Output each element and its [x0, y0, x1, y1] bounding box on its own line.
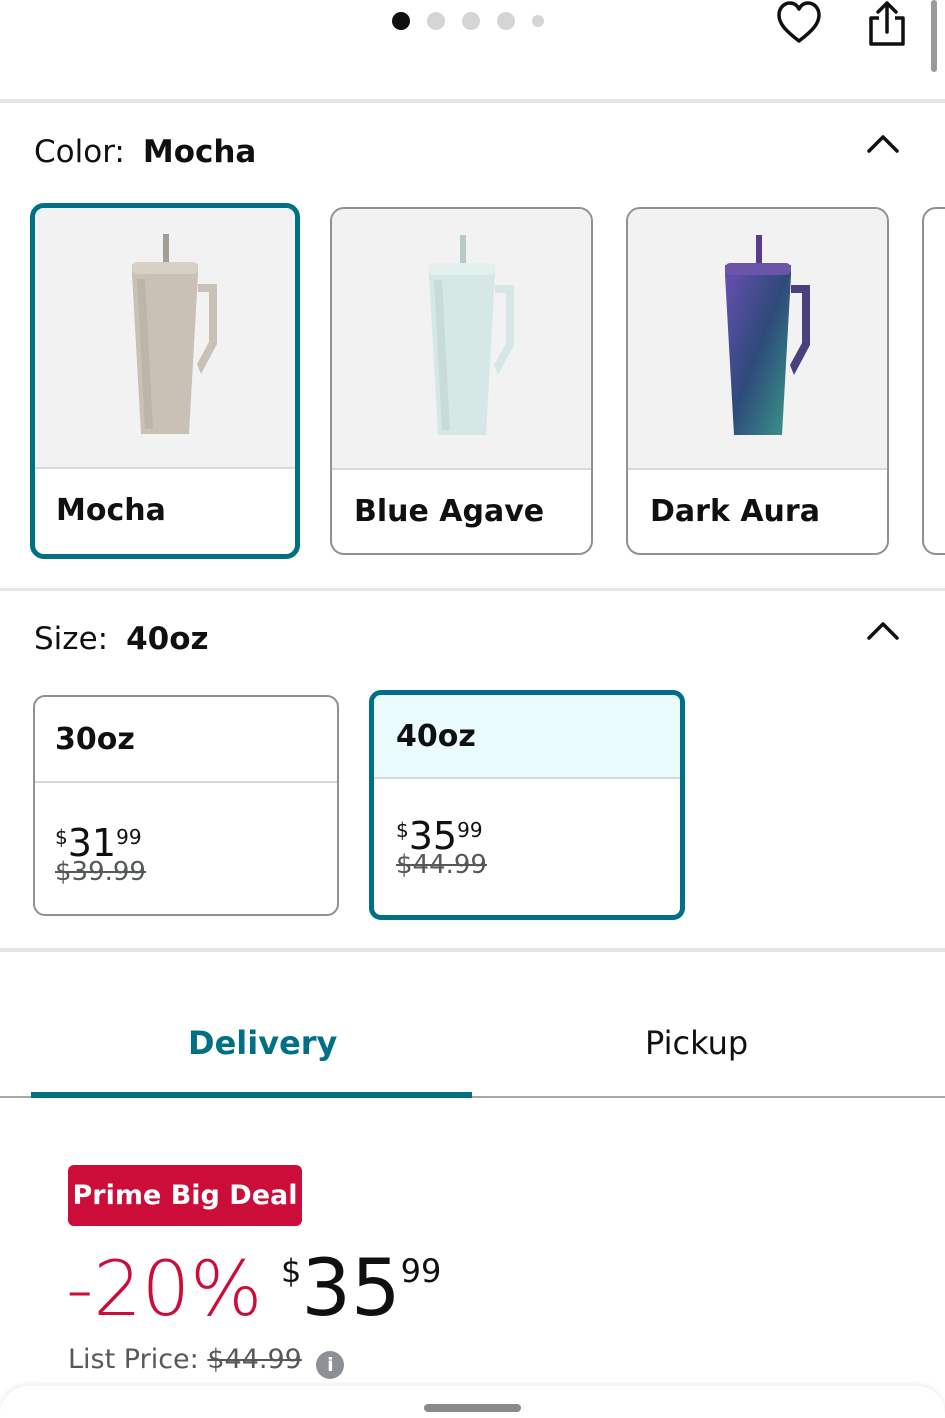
- active-tab-indicator: [31, 1092, 472, 1098]
- list-price-value: $44.99: [207, 1344, 302, 1375]
- price-fraction: 99: [457, 818, 483, 842]
- price-fraction: 99: [116, 825, 142, 849]
- was-price: $44.99: [396, 850, 487, 880]
- color-option-name: Mocha: [56, 493, 166, 528]
- price-symbol: $: [396, 818, 409, 842]
- product-image: [35, 208, 295, 469]
- color-section-label: Color: Mocha: [34, 134, 256, 170]
- selected-size-value: 40oz: [126, 621, 209, 657]
- price-whole: 35: [301, 1244, 401, 1334]
- color-option-dark-aura[interactable]: Dark Aura: [626, 207, 889, 555]
- price-symbol: $: [281, 1252, 302, 1290]
- carousel-indicator[interactable]: [392, 12, 561, 30]
- share-icon[interactable]: [866, 0, 908, 48]
- divider: [0, 588, 945, 591]
- list-price-label: List Price:: [68, 1344, 199, 1375]
- carousel-dot[interactable]: [427, 12, 445, 30]
- list-price: List Price: $44.99 i: [68, 1344, 345, 1379]
- heart-icon[interactable]: [776, 0, 822, 46]
- color-option-name: Dark Aura: [650, 494, 820, 529]
- size-label: Size:: [34, 621, 109, 657]
- color-option-mocha[interactable]: Mocha: [30, 203, 300, 559]
- color-option-partial[interactable]: [922, 207, 945, 555]
- info-icon[interactable]: i: [316, 1351, 345, 1379]
- carousel-dot[interactable]: [462, 12, 480, 30]
- selected-color-value: Mocha: [142, 134, 257, 170]
- size-section-label: Size: 40oz: [34, 621, 209, 657]
- bottom-sheet: [0, 1386, 945, 1418]
- tab-delivery[interactable]: Delivery: [188, 1024, 337, 1062]
- color-option-blue-agave[interactable]: Blue Agave: [330, 207, 593, 555]
- divider: [0, 99, 945, 103]
- image-carousel-header: [0, 0, 945, 100]
- size-option-name: 40oz: [374, 695, 680, 779]
- scrollbar[interactable]: [931, 0, 937, 72]
- size-option-name: 30oz: [35, 697, 337, 783]
- home-indicator[interactable]: [424, 1404, 521, 1412]
- chevron-up-icon[interactable]: [866, 619, 900, 641]
- deal-price: $3599: [281, 1244, 441, 1334]
- deal-badge: Prime Big Deal: [68, 1165, 302, 1226]
- product-image: [628, 209, 887, 470]
- color-option-name: Blue Agave: [354, 494, 545, 529]
- tumbler-image: [132, 234, 217, 434]
- size-option-30oz[interactable]: 30oz $3199 $39.99: [33, 695, 339, 916]
- chevron-up-icon[interactable]: [866, 132, 900, 154]
- tab-pickup[interactable]: Pickup: [645, 1024, 748, 1062]
- price-fraction: 99: [400, 1252, 442, 1290]
- product-image: [332, 209, 591, 470]
- carousel-dot[interactable]: [392, 12, 410, 30]
- carousel-dot[interactable]: [497, 12, 515, 30]
- was-price: $39.99: [55, 857, 146, 887]
- color-label: Color:: [34, 134, 125, 170]
- discount-percent: -20%: [66, 1244, 263, 1333]
- tumbler-image: [428, 235, 514, 435]
- size-option-40oz[interactable]: 40oz $3599 $44.99: [369, 690, 685, 920]
- carousel-dot[interactable]: [532, 15, 544, 27]
- price-symbol: $: [55, 825, 68, 849]
- tumbler-image: [724, 235, 810, 435]
- divider: [0, 948, 945, 952]
